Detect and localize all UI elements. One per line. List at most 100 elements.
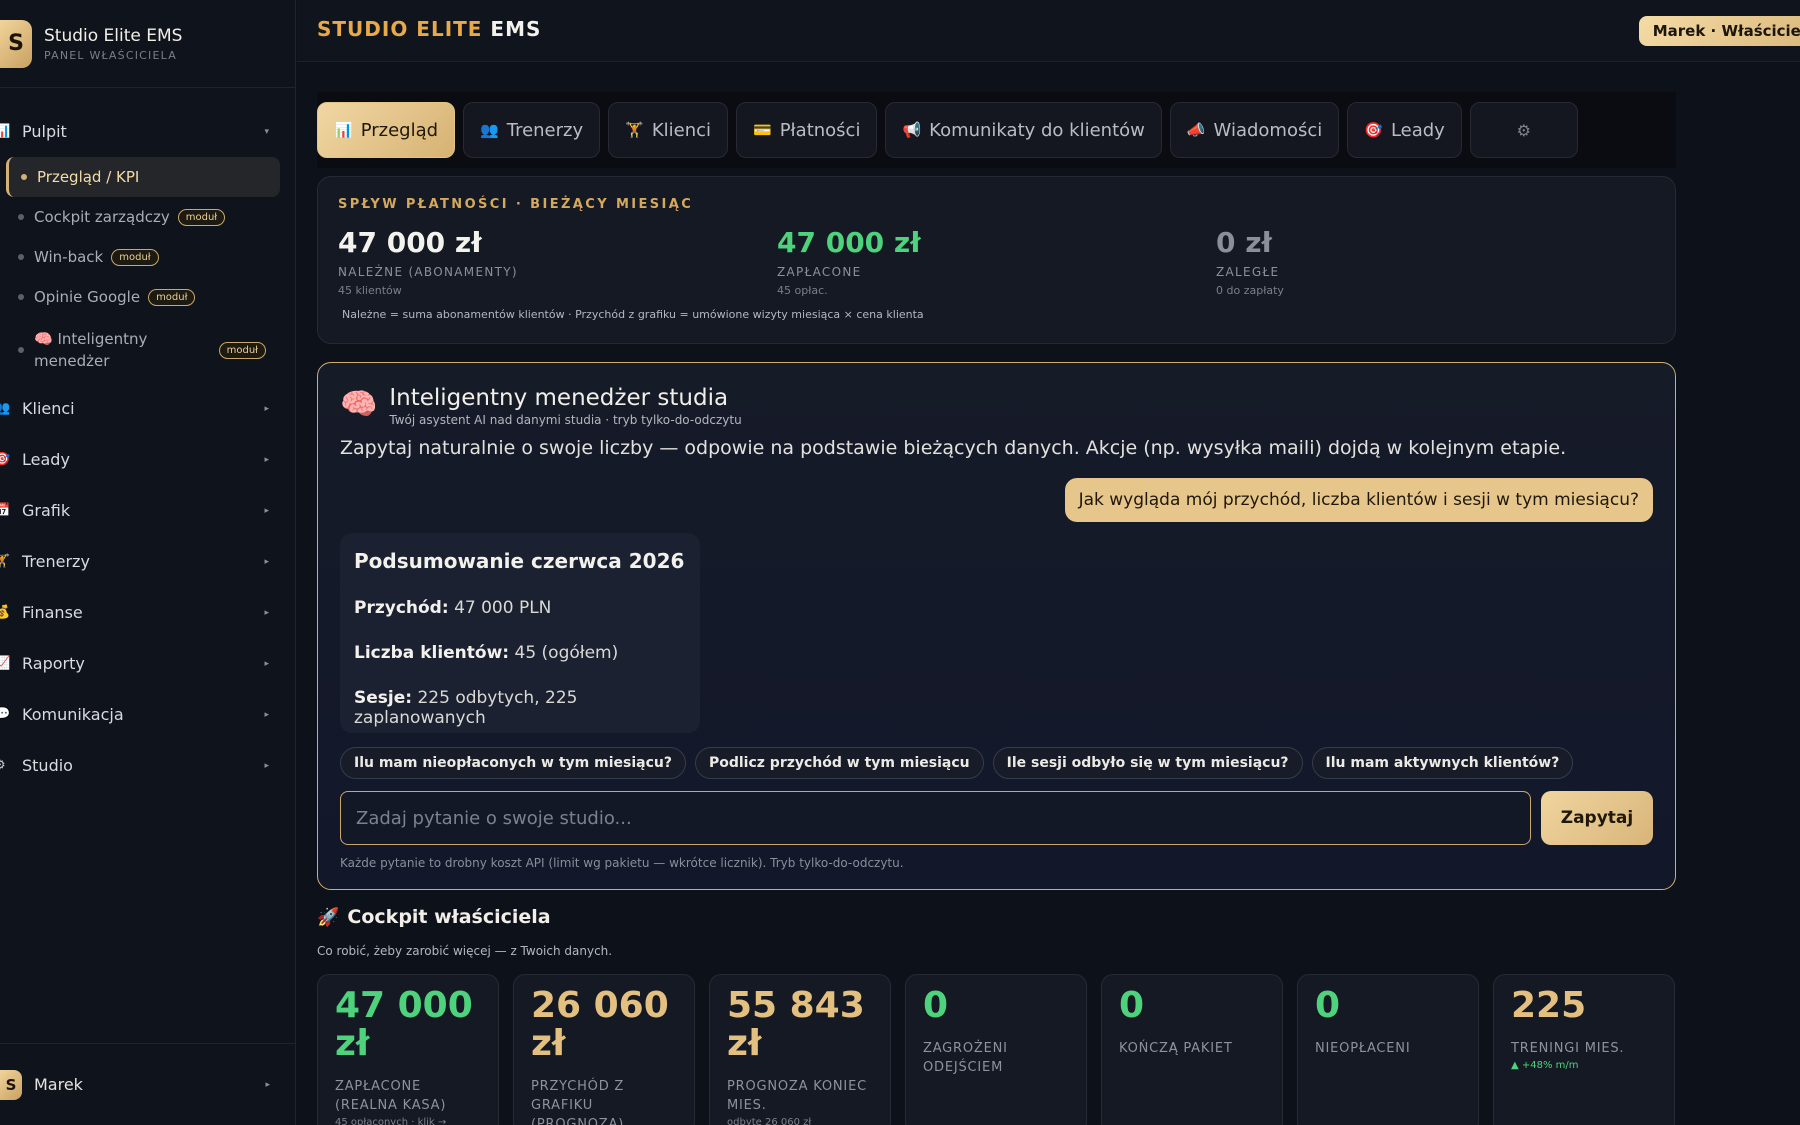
- cockpit-heading: 🚀 Cockpit właściciela: [317, 906, 1676, 928]
- nav-group-leady[interactable]: 🎯 Leady ▸: [0, 434, 295, 485]
- kpi-sub: odbyte 26 060 zł: [727, 1117, 812, 1125]
- bullet-icon: [18, 294, 24, 300]
- kpi-value: 55 843 zł: [727, 985, 865, 1064]
- kpi-card-ending-package[interactable]: 0 KOŃCZĄ PAKIET: [1101, 974, 1283, 1125]
- tab-przeglad[interactable]: 📊 Przegląd: [317, 102, 456, 158]
- nav-group-grafik[interactable]: 📅 Grafik ▸: [0, 485, 295, 536]
- chevron-right-icon: ▸: [264, 607, 269, 618]
- tab-label: Trenerzy: [506, 119, 584, 141]
- tab-platnosci[interactable]: 💳 Płatności: [736, 102, 878, 158]
- ai-answer-row: Liczba klientów: 45 (ogółem): [354, 643, 686, 663]
- main-content: 📊 Przegląd 👥 Trenerzy 🏋 Klienci 💳 Płatno…: [317, 92, 1676, 1125]
- cockpit-title: Cockpit właściciela: [347, 906, 551, 928]
- kpi-label: PROGNOZA KONIEC MIES.: [727, 1079, 867, 1113]
- brain-icon: 🧠: [340, 387, 378, 422]
- kpi-label: ZAGROŻENI ODEJŚCIEM: [923, 1041, 1008, 1075]
- nav-group-label: Grafik: [22, 501, 71, 520]
- target-icon: 🎯: [1364, 121, 1383, 139]
- kpi-sub: 45 opłaconych · klik →: [335, 1117, 447, 1125]
- chevron-right-icon: ▸: [264, 658, 269, 669]
- sidebar-item-inteligentny-menedzer[interactable]: 🧠 Inteligentny menedżer moduł: [6, 317, 280, 383]
- suggestion-chip-active-clients[interactable]: Ilu mam aktywnych klientów?: [1311, 747, 1574, 779]
- kpi-card-trainings[interactable]: 225 TRENINGI MIES. ▲ +48% m/m: [1493, 974, 1675, 1125]
- suggestion-chip-unpaid[interactable]: Ilu mam nieopłaconych w tym miesiącu?: [340, 747, 686, 779]
- tab-label: Leady: [1390, 119, 1445, 141]
- money-bag-icon: 💰: [0, 605, 11, 620]
- announcement-icon: 📣: [1186, 121, 1206, 139]
- ai-description: Zapytaj naturalnie o swoje liczby — odpo…: [340, 437, 1567, 459]
- kpi-label: TRENINGI MIES.: [1511, 1041, 1625, 1056]
- brand-logo: S: [0, 19, 32, 68]
- tab-label: Komunikaty do klientów: [929, 119, 1145, 141]
- dumbbell-icon: 🏋: [0, 554, 11, 569]
- credit-card-icon: 💳: [753, 121, 772, 139]
- ai-answer-row: Przychód: 47 000 PLN: [354, 598, 686, 618]
- sidebar-item-label: Win-back: [34, 248, 104, 266]
- ai-title: Inteligentny menedżer studia: [389, 385, 729, 411]
- kpi-card-schedule-revenue[interactable]: 26 060 zł PRZYCHÓD Z GRAFIKU (PROGNOZA): [513, 974, 695, 1125]
- kpi-grid: 47 000 zł ZAPŁACONE (REALNA KASA) 45 opł…: [317, 974, 1676, 1125]
- ai-answer-value: 45 (ogółem): [514, 643, 619, 663]
- bullet-icon: [21, 174, 27, 180]
- tab-settings[interactable]: ⚙: [1469, 102, 1578, 158]
- tab-leady[interactable]: 🎯 Leady: [1347, 102, 1462, 158]
- ai-answer-bubble: Podsumowanie czerwca 2026 Przychód: 47 0…: [340, 533, 700, 733]
- module-badge: moduł: [218, 341, 266, 359]
- payments-overdue-label: ZALEGŁE: [1216, 265, 1280, 279]
- payments-heading: SPŁYW PŁATNOŚCI · BIEŻĄCY MIESIĄC: [338, 197, 694, 212]
- app-title-brand: STUDIO ELITE: [317, 17, 483, 41]
- brand-title: Studio Elite EMS: [44, 25, 183, 46]
- sidebar-item-przeglad-kpi[interactable]: Przegląd / KPI: [6, 157, 280, 197]
- sidebar-item-win-back[interactable]: Win-back moduł: [6, 237, 280, 277]
- chevron-right-icon: ▸: [264, 505, 269, 516]
- brand: S Studio Elite EMS PANEL WŁAŚCICIELA: [0, 0, 295, 88]
- payments-overdue-value: 0 zł: [1216, 226, 1272, 259]
- module-badge: moduł: [177, 208, 226, 226]
- sidebar-item-cockpit[interactable]: Cockpit zarządczy moduł: [6, 197, 280, 237]
- nav-group-pulpit[interactable]: 📊 Pulpit ▾: [0, 106, 295, 157]
- kpi-value: 0: [1119, 985, 1145, 1026]
- nav-group-label: Raporty: [22, 654, 85, 673]
- ai-answer-title: Podsumowanie czerwca 2026: [354, 549, 685, 573]
- sidebar-item-label: 🧠 Inteligentny menedżer: [34, 328, 174, 372]
- payments-due-sub: 45 klientów: [338, 284, 402, 297]
- ai-footnote: Każde pytanie to drobny koszt API (limit…: [340, 856, 904, 870]
- dumbbell-icon: 🏋: [625, 121, 644, 139]
- nav-group-finanse[interactable]: 💰 Finanse ▸: [0, 587, 295, 638]
- tab-label: Klienci: [651, 119, 712, 141]
- tab-trenerzy[interactable]: 👥 Trenerzy: [463, 102, 601, 158]
- sidebar: S Studio Elite EMS PANEL WŁAŚCICIELA 📊 P…: [0, 0, 296, 1125]
- nav-group-klienci[interactable]: 👥 Klienci ▸: [0, 383, 295, 434]
- kpi-label: NIEOPŁACENI: [1315, 1041, 1411, 1056]
- tab-wiadomosci[interactable]: 📣 Wiadomości: [1169, 102, 1340, 158]
- sidebar-item-opinie-google[interactable]: Opinie Google moduł: [6, 277, 280, 317]
- nav-group-studio[interactable]: ⚙ Studio ▸: [0, 740, 295, 791]
- suggestion-chip-revenue[interactable]: Podlicz przychód w tym miesiącu: [694, 747, 984, 779]
- ai-question-input[interactable]: [340, 791, 1531, 845]
- megaphone-icon: 📢: [902, 121, 922, 139]
- app-title: STUDIO ELITE EMS: [317, 17, 541, 41]
- user-menu[interactable]: S Marek ▸: [0, 1043, 296, 1125]
- ask-button[interactable]: Zapytaj: [1541, 791, 1653, 845]
- chevron-right-icon: ▸: [264, 760, 269, 771]
- nav-group-raporty[interactable]: 📈 Raporty ▸: [0, 638, 295, 689]
- kpi-card-month-forecast[interactable]: 55 843 zł PROGNOZA KONIEC MIES. odbyte 2…: [709, 974, 891, 1125]
- suggestion-chip-sessions[interactable]: Ile sesji odbyło się w tym miesiącu?: [992, 747, 1303, 779]
- trend-chart-icon: 📈: [0, 656, 11, 671]
- kpi-label: ZAPŁACONE (REALNA KASA): [335, 1079, 447, 1113]
- kpi-card-paid[interactable]: 47 000 zł ZAPŁACONE (REALNA KASA) 45 opł…: [317, 974, 499, 1125]
- avatar: S: [0, 1069, 22, 1100]
- user-message-bubble: Jak wygląda mój przychód, liczba klientó…: [1064, 478, 1653, 522]
- module-badge: moduł: [111, 248, 159, 266]
- nav-group-label: Pulpit: [22, 122, 67, 141]
- tab-komunikaty[interactable]: 📢 Komunikaty do klientów: [885, 102, 1162, 158]
- nav-group-trenerzy[interactable]: 🏋 Trenerzy ▸: [0, 536, 295, 587]
- tab-klienci[interactable]: 🏋 Klienci: [608, 102, 729, 158]
- kpi-card-churn-risk[interactable]: 0 ZAGROŻENI ODEJŚCIEM: [905, 974, 1087, 1125]
- nav-group-komunikacja[interactable]: 💬 Komunikacja ▸: [0, 689, 295, 740]
- payments-note: Należne = suma abonamentów klientów · Pr…: [342, 308, 924, 321]
- payments-due-label: NALEŻNE (ABONAMENTY): [338, 265, 518, 279]
- kpi-card-unpaid[interactable]: 0 NIEOPŁACENI: [1297, 974, 1479, 1125]
- bullet-icon: [18, 254, 24, 260]
- user-role-chip[interactable]: Marek · Właściciel: [1638, 16, 1800, 46]
